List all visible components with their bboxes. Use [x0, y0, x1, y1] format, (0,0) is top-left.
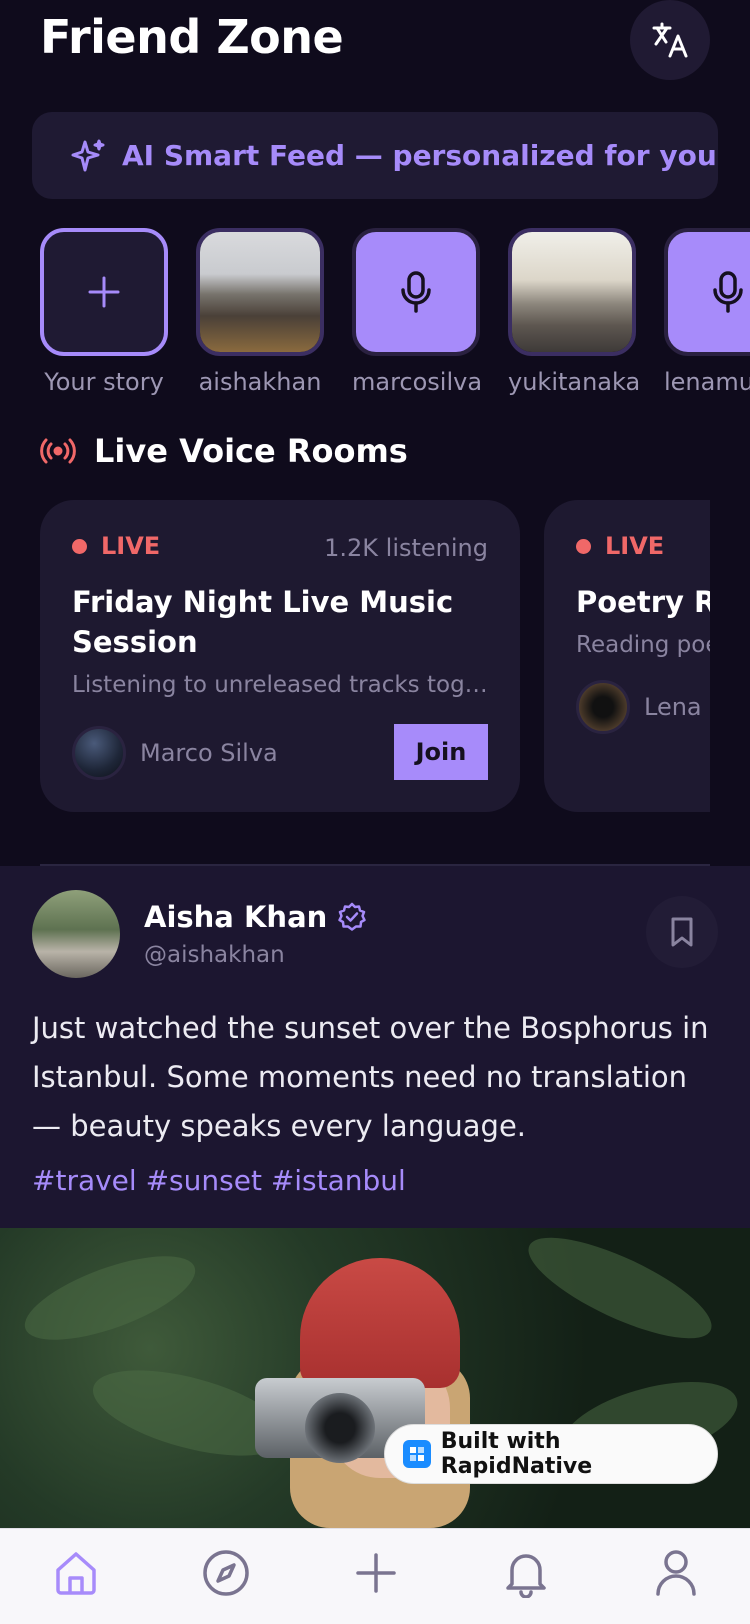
host-avatar [576, 680, 630, 734]
room-title: Friday Night Live Music Session [72, 585, 454, 659]
compass-icon [203, 1550, 249, 1596]
story-avatar [196, 228, 324, 356]
join-button[interactable]: Join [394, 724, 488, 780]
post-author-avatar[interactable] [32, 890, 120, 978]
foliage-shape [15, 1239, 205, 1357]
story-name: aishakhan [198, 368, 322, 396]
broadcast-icon [40, 438, 76, 464]
live-badge-label: LIVE [605, 532, 665, 560]
voice-story-ring [352, 228, 480, 356]
app-title: Friend Zone [40, 10, 344, 64]
city-photo [512, 232, 632, 352]
room-host: Lena M [576, 680, 710, 734]
plus-icon [88, 276, 120, 308]
bookmark-button[interactable] [646, 896, 718, 968]
room-title: Poetry Re [576, 585, 710, 619]
host-avatar [72, 726, 126, 780]
post-author-name: Aisha Khan [144, 900, 328, 934]
header: Friend Zone [0, 0, 750, 100]
nav-explore[interactable] [196, 1543, 256, 1603]
story-yukitanaka[interactable]: yukitanaka [508, 228, 641, 396]
bottom-navigation [0, 1528, 750, 1624]
story-marcosilva[interactable]: marcosilva [352, 228, 483, 396]
live-rooms-header: Live Voice Rooms [40, 432, 408, 470]
room-host: Marco Silva [72, 726, 278, 780]
foliage-shape [516, 1228, 724, 1358]
live-badge-label: LIVE [101, 532, 161, 560]
story-avatar [508, 228, 636, 356]
sparkle-icon [71, 139, 105, 171]
live-rooms-carousel: LIVE 1.2K listening Friday Night Live Mu… [40, 500, 710, 812]
ai-banner-label: AI Smart Feed — personalized for you [122, 139, 717, 172]
post-text: Just watched the sunset over the Bosphor… [32, 1011, 709, 1143]
live-room-card[interactable]: LIVE 1.2K listening Friday Night Live Mu… [40, 500, 520, 812]
verified-icon [338, 902, 367, 931]
host-name: Marco Silva [140, 739, 278, 767]
live-dot [72, 538, 87, 554]
room-description: Listening to unreleased tracks toge... [72, 672, 488, 698]
post-handle: @aishakhan [144, 942, 285, 968]
microphone-icon [401, 271, 431, 313]
live-badge: LIVE [576, 532, 710, 560]
add-story-ring [40, 228, 168, 356]
bell-icon [506, 1554, 546, 1598]
translate-icon [652, 22, 688, 58]
microphone-icon [713, 271, 743, 313]
voice-story-ring [664, 228, 750, 356]
home-icon [56, 1552, 96, 1595]
stories-row: Your story aishakhan marcosilva yukitana… [0, 228, 750, 398]
built-with-label: Built with RapidNative [440, 1429, 593, 1479]
story-name: lenamu [664, 368, 750, 396]
post-hashtags[interactable]: #travel #sunset #istanbul [32, 1164, 406, 1197]
nav-home[interactable] [46, 1543, 106, 1603]
story-name: marcosilva [352, 368, 483, 396]
nav-create[interactable] [346, 1543, 406, 1603]
built-with-badge[interactable]: Built with RapidNative [384, 1424, 718, 1484]
live-rooms-title: Live Voice Rooms [94, 432, 408, 470]
feed-post: Aisha Khan @aishakhan Just watched the s… [0, 866, 750, 1228]
bookmark-icon [671, 917, 693, 947]
mountain-photo [200, 232, 320, 352]
nav-notifications[interactable] [496, 1543, 556, 1603]
profile-icon [656, 1550, 696, 1596]
listener-count: 1.2K listening [324, 534, 488, 562]
post-author[interactable]: Aisha Khan [144, 900, 367, 934]
rapidnative-logo-icon [403, 1440, 431, 1468]
story-name: Your story [44, 368, 164, 396]
translate-button[interactable] [630, 0, 710, 80]
nav-profile[interactable] [646, 1543, 706, 1603]
plus-icon [356, 1553, 396, 1593]
room-description: Reading poe [576, 632, 710, 658]
camera-lens [305, 1393, 375, 1463]
story-aishakhan[interactable]: aishakhan [196, 228, 324, 396]
ai-smart-feed-banner[interactable]: AI Smart Feed — personalized for you [32, 112, 718, 199]
host-name: Lena M [644, 693, 710, 721]
story-name: yukitanaka [508, 368, 641, 396]
story-your-story[interactable]: Your story [40, 228, 168, 396]
live-room-card[interactable]: LIVE Poetry Re Reading poe Lena M [544, 500, 710, 812]
live-dot [576, 538, 591, 554]
subject-red-hat [300, 1258, 460, 1388]
story-lenamu[interactable]: lenamu [664, 228, 750, 396]
